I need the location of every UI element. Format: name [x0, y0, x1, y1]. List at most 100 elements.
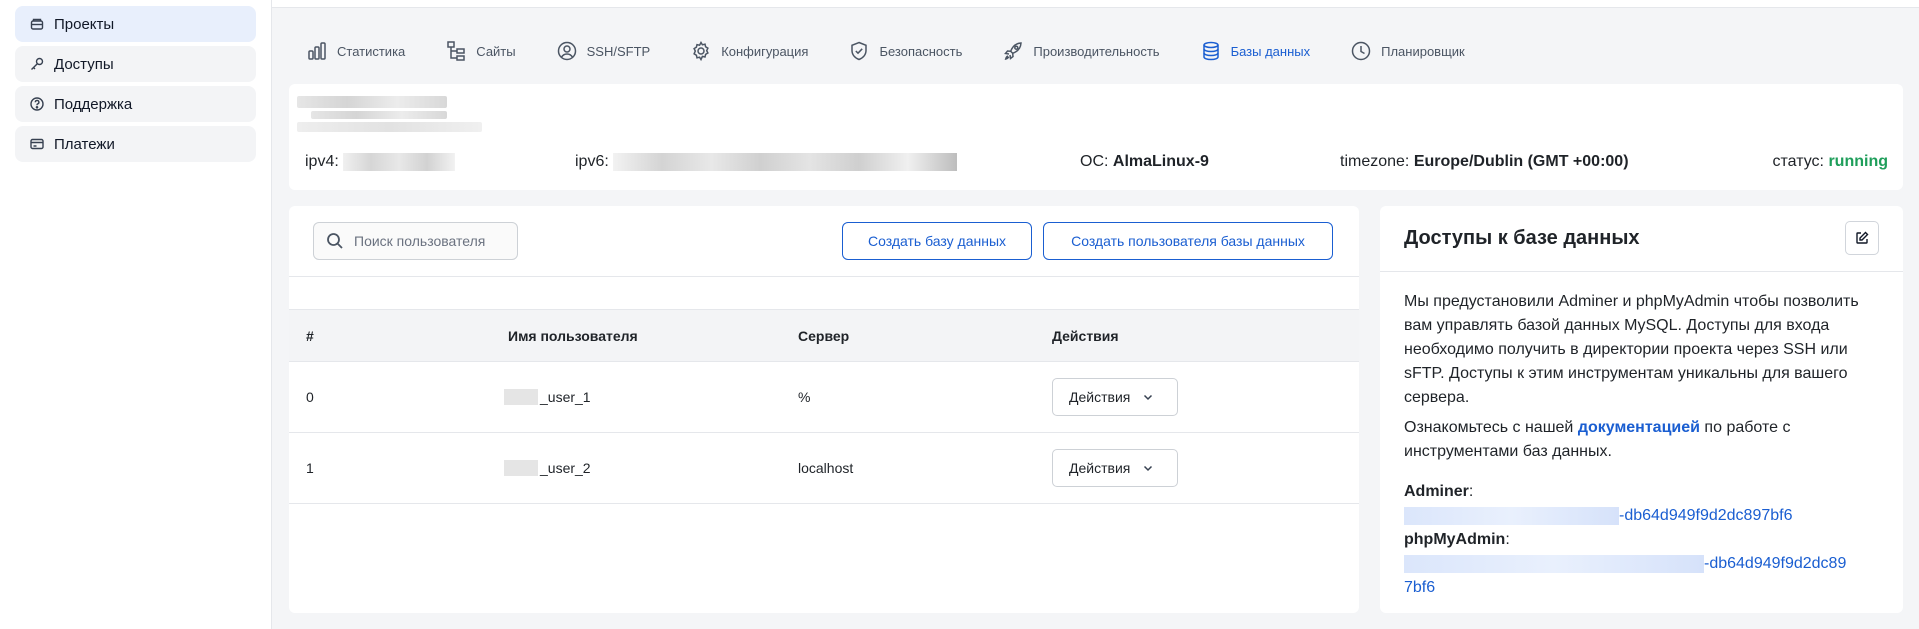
search-box[interactable]	[313, 222, 518, 260]
redacted-server-name	[297, 96, 447, 108]
tab-configuration[interactable]: Конфигурация	[690, 40, 808, 62]
tab-ssh-sftp[interactable]: SSH/SFTP	[556, 40, 651, 62]
table-header: # Имя пользователя Сервер Действия	[289, 309, 1359, 362]
os-label: ОС:	[1080, 153, 1109, 170]
os-value: AlmaLinux-9	[1112, 153, 1209, 170]
gear-icon	[690, 40, 712, 62]
redacted-ipv4	[343, 153, 456, 171]
edit-button[interactable]	[1845, 221, 1879, 255]
sidebar-item-label: Проекты	[54, 15, 115, 33]
db-access-header: Доступы к базе данных	[1380, 206, 1903, 272]
create-db-user-button[interactable]: Создать пользователя базы данных	[1043, 222, 1333, 260]
phpmyadmin-url-text-2: 7bf6	[1404, 579, 1436, 596]
status-badge: running	[1828, 153, 1888, 170]
db-users-card: Создать базу данных Создать пользователя…	[289, 206, 1359, 613]
sitemap-icon	[445, 40, 467, 62]
server-info-card	[289, 84, 1903, 190]
tab-statistics[interactable]: Статистика	[306, 40, 405, 62]
server-cell: %	[798, 389, 811, 405]
tab-databases[interactable]: Базы данных	[1200, 40, 1311, 62]
ipv6-label: ipv6:	[575, 153, 609, 171]
search-input[interactable]	[354, 233, 504, 249]
projects-icon	[29, 16, 45, 32]
ipv4-label: ipv4:	[305, 153, 339, 171]
divider	[289, 276, 1359, 277]
username: _user_1	[540, 389, 591, 405]
chevron-down-icon	[1142, 462, 1154, 474]
phpmyadmin-url-text: -db64d949f9d2dc89	[1704, 555, 1847, 572]
actions-label: Действия	[1069, 460, 1131, 476]
redacted-server-host	[297, 122, 482, 132]
credit-card-icon	[29, 136, 45, 152]
column-header: #	[306, 328, 314, 344]
edit-icon	[1855, 231, 1869, 245]
top-strip	[272, 0, 1919, 8]
key-icon	[29, 56, 45, 72]
tab-label: Безопасность	[879, 43, 963, 59]
redacted-prefix	[504, 460, 538, 476]
table-row: 1 _user_2 localhost Действия	[289, 433, 1359, 504]
colon: :	[1468, 483, 1474, 500]
tab-sites[interactable]: Сайты	[445, 40, 516, 62]
phpmyadmin-url-link[interactable]: -db64d949f9d2dc89 7bf6	[1404, 552, 1886, 600]
redacted-prefix	[504, 389, 538, 405]
sidebar-item-access[interactable]: Доступы	[15, 46, 256, 82]
column-header: Сервер	[798, 328, 850, 344]
row-number: 0	[306, 389, 314, 405]
username: _user_2	[540, 460, 591, 476]
adminer-url-link[interactable]: -db64d949f9d2dc897bf6	[1404, 504, 1886, 528]
tab-label: Производительность	[1033, 43, 1160, 59]
adminer-label: Adminer	[1404, 483, 1469, 500]
username-cell: _user_2	[504, 460, 591, 476]
tab-performance[interactable]: Производительность	[1002, 40, 1160, 62]
tab-scheduler[interactable]: Планировщик	[1350, 40, 1465, 62]
phpmyadmin-label: phpMyAdmin	[1404, 531, 1506, 548]
tab-bar: Статистика Сайты SSH/SFTP Конфигурация Б…	[306, 36, 1505, 66]
tab-label: Статистика	[337, 43, 406, 59]
os-field: ОС: AlmaLinux-9	[1080, 153, 1209, 171]
create-database-button[interactable]: Создать базу данных	[842, 222, 1032, 260]
sidebar-item-label: Поддержка	[54, 95, 133, 113]
row-number: 1	[306, 460, 314, 476]
adminer-url-text: -db64d949f9d2dc897bf6	[1619, 507, 1793, 524]
redacted-ipv6	[613, 153, 958, 171]
tab-label: SSH/SFTP	[586, 43, 651, 59]
db-access-description: Мы предустановили Adminer и phpMyAdmin ч…	[1404, 293, 1859, 406]
tab-label: Сайты	[476, 43, 516, 59]
ipv6-field: ipv6:	[575, 153, 958, 171]
column-header: Действия	[1052, 328, 1119, 344]
tab-security[interactable]: Безопасность	[848, 40, 962, 62]
redacted-url	[1404, 506, 1619, 525]
actions-dropdown[interactable]: Действия	[1052, 378, 1178, 416]
sidebar-item-support[interactable]: Поддержка	[15, 86, 256, 122]
help-icon	[29, 96, 45, 112]
timezone-value: Europe/Dublin (GMT +00:00)	[1413, 153, 1629, 170]
search-icon	[326, 232, 344, 250]
actions-label: Действия	[1069, 389, 1131, 405]
stats-icon	[306, 40, 328, 62]
phpmyadmin-block: phpMyAdmin:	[1404, 528, 1886, 552]
actions-dropdown[interactable]: Действия	[1052, 449, 1178, 487]
user-circle-icon	[556, 40, 578, 62]
timezone-label: timezone:	[1340, 153, 1410, 170]
tab-label: Базы данных	[1230, 43, 1311, 59]
shield-icon	[848, 40, 870, 62]
sidebar-item-label: Доступы	[54, 55, 114, 73]
docs-paragraph: Ознакомьтесь с нашей документацией по ра…	[1404, 416, 1886, 464]
sidebar-item-projects[interactable]: Проекты	[15, 6, 256, 42]
database-icon	[1200, 40, 1222, 62]
db-access-body: Мы предустановили Adminer и phpMyAdmin ч…	[1404, 290, 1886, 600]
colon: :	[1505, 531, 1510, 548]
username-cell: _user_1	[504, 389, 591, 405]
documentation-link[interactable]: документацией	[1578, 419, 1700, 436]
sidebar: Проекты Доступы Поддержка Платежи	[0, 0, 272, 629]
db-access-card: Доступы к базе данных Мы предустановили …	[1380, 206, 1903, 613]
timezone-field: timezone: Europe/Dublin (GMT +00:00)	[1340, 153, 1629, 171]
server-cell: localhost	[798, 460, 854, 476]
chevron-down-icon	[1142, 391, 1154, 403]
sidebar-item-payments[interactable]: Платежи	[15, 126, 256, 162]
redacted-server-name	[311, 111, 447, 119]
sidebar-item-label: Платежи	[54, 135, 115, 153]
db-access-title: Доступы к базе данных	[1404, 227, 1640, 249]
status-label: статус:	[1772, 153, 1824, 170]
